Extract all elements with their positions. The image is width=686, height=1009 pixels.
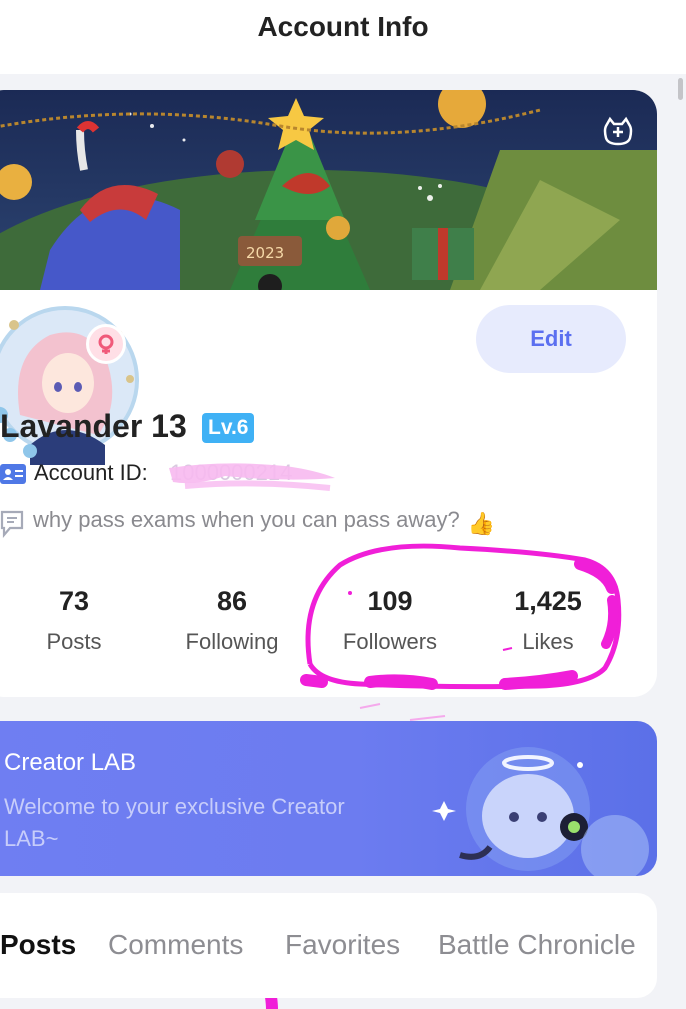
profile-banner: 2023 (0, 90, 657, 290)
bio-text-content: why pass exams when you can pass away? (33, 507, 460, 532)
stat-label: Followers (342, 629, 438, 654)
top-bar: Account Info (0, 0, 686, 74)
stat-label: Following (185, 629, 279, 654)
redaction-mark (169, 463, 335, 491)
level-badge: Lv.6 (202, 413, 255, 443)
stat-value: 86 (216, 586, 248, 616)
speech-bubble-icon (0, 510, 24, 538)
female-icon (98, 334, 114, 354)
stat-label: Likes (522, 629, 574, 654)
gamepad-face-icon[interactable] (601, 114, 635, 148)
creator-lab-title: Creator LAB (4, 749, 137, 776)
tab-posts[interactable]: Posts (0, 929, 76, 961)
tab-favorites[interactable]: Favorites (285, 929, 400, 961)
stat-following[interactable]: 86 Following (157, 586, 307, 655)
stat-followers[interactable]: 109 Followers (315, 586, 465, 655)
creator-lab-subtitle: Welcome to your exclusive Creator LAB~ (4, 794, 345, 851)
content-tabs: Posts Comments Favorites Battle Chronicl… (0, 893, 657, 998)
scrollbar[interactable] (678, 78, 683, 100)
stat-value: 1,425 (514, 586, 582, 616)
svg-text:2023: 2023 (246, 244, 284, 262)
tab-comments[interactable]: Comments (108, 929, 243, 961)
stat-value: 109 (367, 586, 413, 616)
bio-text: why pass exams when you can pass away? 👍 (33, 507, 495, 537)
thumbs-up-icon: 👍 (467, 511, 496, 536)
creator-lab-banner[interactable]: Creator LAB Welcome to your exclusive Cr… (0, 721, 657, 876)
gender-badge (86, 324, 126, 364)
edit-profile-button[interactable]: Edit (476, 305, 626, 373)
id-card-icon (0, 464, 26, 484)
username: Lavander 13 (0, 408, 187, 444)
stat-posts[interactable]: 73 Posts (0, 586, 149, 655)
account-id-label: Account ID: (34, 460, 148, 485)
mascot-illustration (432, 747, 649, 876)
stat-label: Posts (46, 629, 102, 654)
stat-value: 73 (58, 586, 90, 616)
banner-artwork: 2023 (0, 90, 657, 290)
page-title: Account Info (257, 11, 429, 42)
stat-likes[interactable]: 1,425 Likes (473, 586, 623, 655)
tab-battle-chronicle[interactable]: Battle Chronicle (438, 929, 636, 961)
